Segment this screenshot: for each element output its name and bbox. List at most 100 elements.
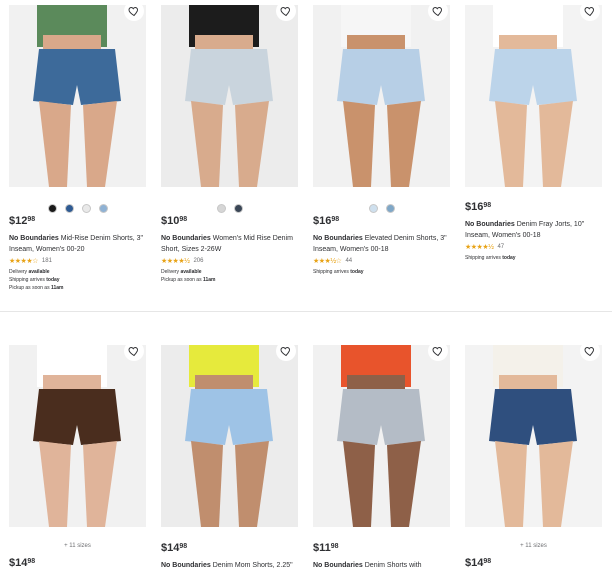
model-shorts bbox=[185, 49, 273, 105]
price: $1698 bbox=[313, 215, 340, 227]
pickup-info: Pickup as soon as 11am bbox=[161, 277, 216, 283]
model-leg-right bbox=[83, 441, 117, 527]
fulfillment-info: Delivery available Pickup as soon as 11am bbox=[161, 268, 216, 284]
star-rating-icon: ★★★★½ bbox=[465, 244, 494, 251]
model-leg-right bbox=[387, 101, 421, 187]
favorite-button[interactable] bbox=[580, 341, 600, 361]
model-leg-right bbox=[235, 441, 269, 527]
product-title[interactable]: No Boundaries Elevated Denim Shorts, 3" … bbox=[313, 233, 450, 255]
model-torso bbox=[347, 375, 405, 391]
model-leg-left bbox=[495, 101, 527, 187]
product-title[interactable]: No Boundaries Denim Mom Shorts, 2.25" bbox=[161, 560, 298, 569]
heart-icon bbox=[280, 345, 292, 357]
review-count: 181 bbox=[41, 258, 52, 264]
fulfillment-info: Shipping arrives today bbox=[465, 254, 516, 262]
model-leg-left bbox=[39, 101, 71, 187]
model-torso bbox=[43, 35, 101, 51]
product-image[interactable] bbox=[465, 345, 602, 527]
sizes-count: + 11 sizes bbox=[64, 543, 91, 549]
heart-icon bbox=[432, 345, 444, 357]
rating: ★★★★½ 47 bbox=[465, 243, 504, 251]
review-count: 47 bbox=[497, 244, 505, 250]
favorite-button[interactable] bbox=[124, 1, 144, 21]
favorite-button[interactable] bbox=[276, 341, 296, 361]
product-image[interactable] bbox=[313, 345, 450, 527]
model-leg-right bbox=[539, 441, 573, 527]
color-swatch[interactable] bbox=[47, 204, 57, 213]
sizes-count: + 11 sizes bbox=[520, 543, 547, 549]
fulfillment-info: Delivery available Shipping arrives today… bbox=[9, 268, 64, 292]
heart-icon bbox=[128, 5, 140, 17]
color-swatch[interactable] bbox=[385, 204, 395, 213]
shipping-info: Shipping arrives today bbox=[465, 255, 516, 261]
product-title[interactable]: No Boundaries Mid-Rise Denim Shorts, 3" … bbox=[9, 233, 146, 255]
model-shorts bbox=[33, 389, 121, 445]
color-swatch[interactable] bbox=[368, 204, 378, 213]
price: $1498 bbox=[9, 557, 36, 569]
model-leg-left bbox=[495, 441, 527, 527]
model-leg-right bbox=[83, 101, 117, 187]
product-image[interactable] bbox=[313, 5, 450, 187]
model-shorts bbox=[489, 49, 577, 105]
product-title[interactable]: No Boundaries Denim Shorts with bbox=[313, 560, 450, 569]
model-leg-left bbox=[343, 101, 375, 187]
heart-icon bbox=[432, 5, 444, 17]
favorite-button[interactable] bbox=[580, 1, 600, 21]
model-torso bbox=[195, 375, 253, 391]
heart-icon bbox=[280, 5, 292, 17]
model-torso bbox=[347, 35, 405, 51]
product-title[interactable]: No Boundaries Denim Fray Jorts, 10" Inse… bbox=[465, 219, 602, 241]
color-swatch[interactable] bbox=[98, 204, 108, 213]
fulfillment-info: Shipping arrives today bbox=[313, 268, 364, 276]
rating: ★★★★½ 206 bbox=[161, 257, 203, 265]
star-rating-icon: ★★★½☆ bbox=[313, 258, 342, 265]
pickup-info: Pickup as soon as 11am bbox=[9, 285, 64, 291]
model-leg-right bbox=[539, 101, 573, 187]
model-leg-right bbox=[235, 101, 269, 187]
row-divider bbox=[0, 311, 612, 312]
shipping-info: Shipping arrives today bbox=[9, 277, 60, 283]
heart-icon bbox=[584, 345, 596, 357]
color-swatch[interactable] bbox=[233, 204, 243, 213]
model-leg-left bbox=[191, 441, 223, 527]
heart-icon bbox=[128, 345, 140, 357]
product-image[interactable] bbox=[161, 345, 298, 527]
favorite-button[interactable] bbox=[428, 1, 448, 21]
model-leg-right bbox=[387, 441, 421, 527]
model-torso bbox=[499, 375, 557, 391]
model-shorts bbox=[33, 49, 121, 105]
model-shorts bbox=[337, 389, 425, 445]
price: $1298 bbox=[9, 215, 36, 227]
color-swatch[interactable] bbox=[64, 204, 74, 213]
product-image[interactable] bbox=[161, 5, 298, 187]
favorite-button[interactable] bbox=[124, 341, 144, 361]
review-count: 206 bbox=[193, 258, 204, 264]
model-leg-left bbox=[39, 441, 71, 527]
model-torso bbox=[195, 35, 253, 51]
price: $1698 bbox=[465, 201, 492, 213]
color-swatch[interactable] bbox=[81, 204, 91, 213]
model-leg-left bbox=[343, 441, 375, 527]
product-image[interactable] bbox=[9, 5, 146, 187]
model-shorts bbox=[489, 389, 577, 445]
color-swatch[interactable] bbox=[216, 204, 226, 213]
price: $1498 bbox=[465, 557, 492, 569]
model-leg-left bbox=[191, 101, 223, 187]
price: $1498 bbox=[161, 542, 188, 554]
favorite-button[interactable] bbox=[276, 1, 296, 21]
price: $1198 bbox=[313, 542, 339, 554]
favorite-button[interactable] bbox=[428, 341, 448, 361]
model-shorts bbox=[337, 49, 425, 105]
heart-icon bbox=[584, 5, 596, 17]
price: $1098 bbox=[161, 215, 188, 227]
product-image[interactable] bbox=[9, 345, 146, 527]
shipping-info: Shipping arrives today bbox=[313, 269, 364, 275]
product-image[interactable] bbox=[465, 5, 602, 187]
model-torso bbox=[499, 35, 557, 51]
rating: ★★★★☆ 181 bbox=[9, 257, 52, 265]
review-count: 44 bbox=[345, 258, 353, 264]
product-title[interactable]: No Boundaries Women's Mid Rise Denim Sho… bbox=[161, 233, 298, 255]
delivery-info: Delivery available bbox=[9, 269, 50, 275]
rating: ★★★½☆ 44 bbox=[313, 257, 352, 265]
model-torso bbox=[43, 375, 101, 391]
